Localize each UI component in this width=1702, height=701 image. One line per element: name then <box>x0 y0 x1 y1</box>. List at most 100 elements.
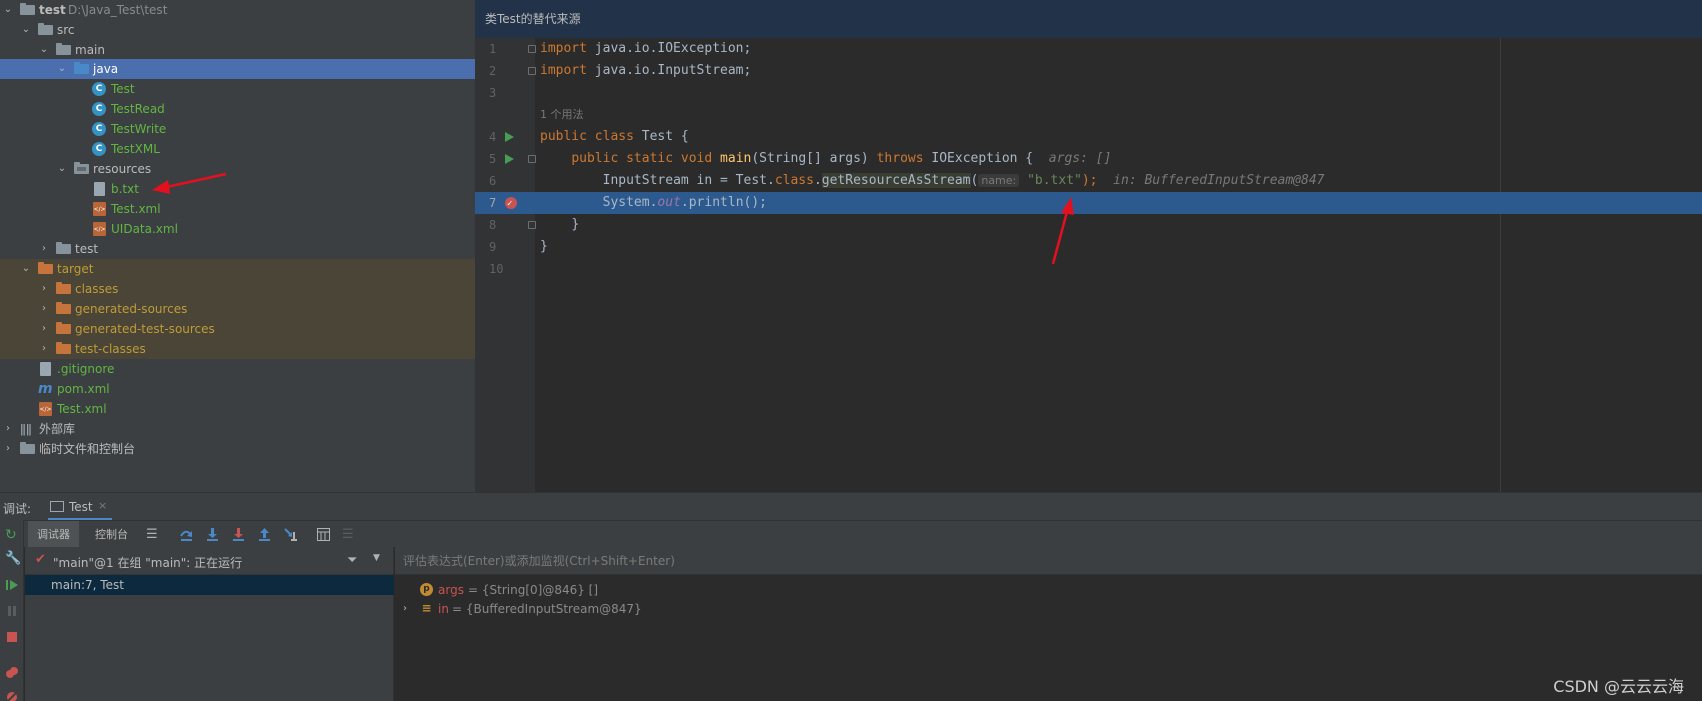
tree-item-resources[interactable]: ⌄ resources <box>0 159 475 179</box>
pause-icon[interactable] <box>5 604 19 618</box>
eval-placeholder: 评估表达式(Enter)或添加监视(Ctrl+Shift+Enter) <box>403 554 675 568</box>
tree-label: Test.xml <box>111 202 161 216</box>
code-line[interactable]: 1 import java.io.IOException; <box>475 38 1702 60</box>
code-line[interactable]: 2 import java.io.InputStream; <box>475 60 1702 82</box>
scratches-icon <box>20 442 35 454</box>
keyword: import <box>540 63 587 78</box>
chevron-down-icon[interactable]: ⌄ <box>56 159 68 179</box>
line-number: 2 <box>489 64 497 78</box>
usages-hint[interactable]: 1 个用法 <box>540 104 584 126</box>
wrench-icon[interactable]: 🔧 <box>5 552 21 566</box>
thread-selector[interactable]: ✔ "main"@1 在组 "main": 正在运行 ⏷ ▼ <box>25 547 394 575</box>
evaluate-expression-icon[interactable] <box>316 527 331 542</box>
trace-icon[interactable]: ☰ <box>342 527 357 542</box>
chevron-down-icon[interactable]: ⌄ <box>20 20 32 40</box>
tree-item-external-libs[interactable]: › ǁǁ 外部库 <box>0 419 475 439</box>
step-over-icon[interactable] <box>179 527 194 542</box>
variable-row[interactable]: p args = {String[0]@846} [] <box>395 580 1702 600</box>
fold-icon[interactable] <box>528 45 536 53</box>
run-icon[interactable] <box>505 154 514 164</box>
stack-frame-row[interactable]: main:7, Test <box>25 575 394 595</box>
chevron-right-icon[interactable]: › <box>38 319 50 339</box>
tree-label: TestRead <box>111 102 165 116</box>
mute-breakpoints-icon[interactable] <box>5 690 19 701</box>
tree-item-file[interactable]: b.txt <box>0 179 475 199</box>
code-line[interactable]: 6 InputStream in = Test.class.getResourc… <box>475 170 1702 192</box>
layout-icon[interactable]: ☰ <box>146 527 161 542</box>
tree-item-src[interactable]: ⌄ src <box>0 20 475 40</box>
filter-icon[interactable]: ⏷ <box>347 553 357 568</box>
tree-item-scratches[interactable]: › 临时文件和控制台 <box>0 439 475 459</box>
breakpoint-icon[interactable] <box>505 193 517 215</box>
chevron-down-icon[interactable]: ⌄ <box>38 40 50 60</box>
fold-icon[interactable] <box>528 221 536 229</box>
tree-item-target-child[interactable]: › generated-test-sources <box>0 319 475 339</box>
code-token: java.io.IOException; <box>586 41 752 56</box>
fold-icon[interactable] <box>528 155 536 163</box>
variable-row[interactable]: › ≡ in = {BufferedInputStream@847} <box>395 599 1702 619</box>
code-line[interactable]: 10 <box>475 258 1702 280</box>
code-line[interactable]: 8 } <box>475 214 1702 236</box>
line-number: 6 <box>489 174 497 188</box>
rerun-icon[interactable]: ↻ <box>5 528 19 542</box>
fold-icon[interactable] <box>528 67 536 75</box>
chevron-down-icon[interactable]: ⌄ <box>20 259 32 279</box>
debug-tool-window-header: 调试: Test × <box>0 492 1702 521</box>
view-breakpoints-icon[interactable] <box>5 666 19 680</box>
tree-item-target-child[interactable]: › generated-sources <box>0 299 475 319</box>
library-icon: ǁǁ <box>20 422 32 436</box>
chevron-right-icon[interactable]: › <box>38 279 50 299</box>
tree-item-target-child[interactable]: › test-classes <box>0 339 475 359</box>
tree-item-main[interactable]: ⌄ main <box>0 40 475 60</box>
excluded-folder-icon <box>56 322 71 334</box>
code-line[interactable]: 3 <box>475 82 1702 104</box>
module-folder-icon <box>20 3 35 15</box>
chevron-right-icon[interactable]: › <box>2 419 14 439</box>
chevron-right-icon[interactable]: › <box>2 439 14 459</box>
chevron-down-icon[interactable]: ⌄ <box>56 59 68 79</box>
tree-item-target[interactable]: ⌄ target <box>0 259 475 279</box>
code-editor[interactable]: 1 import java.io.IOException; 2 import j… <box>475 38 1702 492</box>
chevron-right-icon[interactable]: › <box>403 599 407 619</box>
tree-item-class[interactable]: C TestWrite <box>0 119 475 139</box>
chevron-down-icon[interactable]: ⌄ <box>2 0 14 20</box>
tab-console[interactable]: 控制台 <box>86 521 137 548</box>
code-line[interactable]: 9 } <box>475 236 1702 258</box>
tree-item-file[interactable]: </> UIData.xml <box>0 219 475 239</box>
tree-item-root[interactable]: ⌄ test D:\Java_Test\test <box>0 0 475 20</box>
close-icon[interactable]: × <box>98 499 107 512</box>
line-number: 3 <box>489 86 497 100</box>
chevron-right-icon[interactable]: › <box>38 239 50 259</box>
stop-icon[interactable] <box>5 630 19 644</box>
method-call: getResourceAsStream <box>821 173 971 188</box>
ide-window: ⌄ test D:\Java_Test\test ⌄ src ⌄ main ⌄ … <box>0 0 1702 701</box>
force-step-into-icon[interactable] <box>231 527 246 542</box>
tab-debug-session[interactable]: Test × <box>48 493 112 521</box>
tree-item-file[interactable]: .gitignore <box>0 359 475 379</box>
chevron-down-icon[interactable]: ▼ <box>373 553 380 563</box>
tree-item-file[interactable]: </> Test.xml <box>0 399 475 419</box>
resume-icon[interactable] <box>5 578 19 592</box>
evaluate-expression-field[interactable]: 评估表达式(Enter)或添加监视(Ctrl+Shift+Enter) <box>395 547 1702 575</box>
tree-item-target-child[interactable]: › classes <box>0 279 475 299</box>
run-icon[interactable] <box>505 132 514 142</box>
tab-debugger[interactable]: 调试器 <box>28 521 79 548</box>
run-to-cursor-icon[interactable] <box>283 527 298 542</box>
tree-item-file[interactable]: </> Test.xml <box>0 199 475 219</box>
code-line[interactable]: 4 public class Test { <box>475 126 1702 148</box>
chevron-right-icon[interactable]: › <box>38 339 50 359</box>
class-icon: C <box>92 142 106 156</box>
tree-item-java[interactable]: ⌄ java <box>0 59 475 79</box>
folder-icon <box>38 23 53 35</box>
keyword: class <box>594 129 634 144</box>
chevron-right-icon[interactable]: › <box>38 299 50 319</box>
code-line[interactable]: 5 public static void main(String[] args)… <box>475 148 1702 170</box>
tree-item-test[interactable]: › test <box>0 239 475 259</box>
tree-item-class[interactable]: C TestRead <box>0 99 475 119</box>
step-out-icon[interactable] <box>257 527 272 542</box>
tree-item-class[interactable]: C TestXML <box>0 139 475 159</box>
tree-item-class[interactable]: C Test <box>0 79 475 99</box>
tree-item-file[interactable]: m pom.xml <box>0 379 475 399</box>
current-execution-line[interactable]: 7 System.out.println(); <box>475 192 1702 215</box>
step-into-icon[interactable] <box>205 527 220 542</box>
